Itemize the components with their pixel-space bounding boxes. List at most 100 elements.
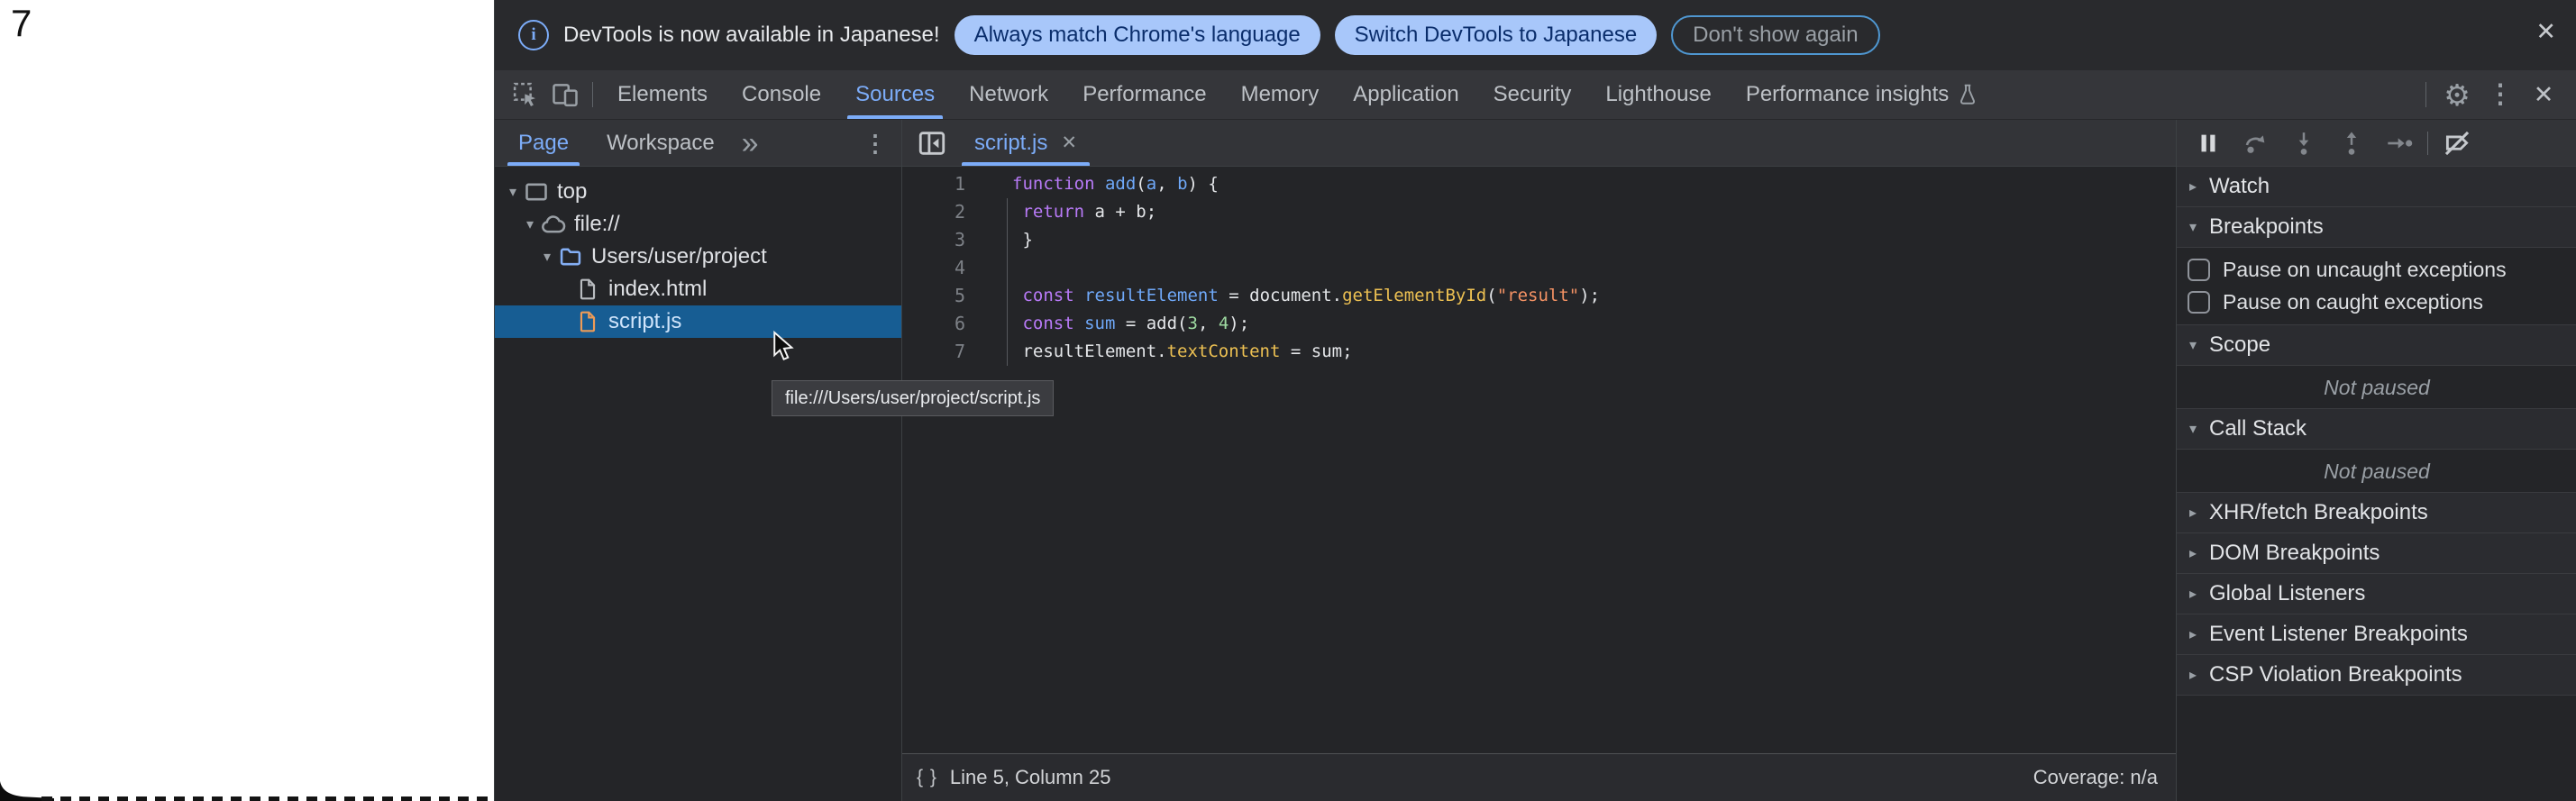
tab-lighthouse[interactable]: Lighthouse <box>1588 70 1728 119</box>
navigator-kebab-icon[interactable]: ⋮ <box>863 132 887 155</box>
line-number[interactable]: 6 <box>902 310 965 338</box>
tree-item-file[interactable]: ▾ file:// <box>495 208 901 241</box>
tree-item-index-html[interactable]: index.html <box>495 273 901 305</box>
editor-tab-script-js[interactable]: script.js ✕ <box>960 120 1092 166</box>
section-scope[interactable]: ▾Scope <box>2177 324 2576 366</box>
dont-show-again-button[interactable]: Don't show again <box>1671 15 1879 55</box>
code-line: } <box>1012 226 1600 254</box>
inspect-element-button[interactable] <box>506 73 545 116</box>
cloud-icon <box>539 211 568 238</box>
line-number[interactable]: 3 <box>902 226 965 254</box>
mouse-cursor <box>767 330 799 367</box>
step-out-button[interactable] <box>2327 122 2375 165</box>
tab-memory[interactable]: Memory <box>1224 70 1337 119</box>
hide-navigator-button[interactable] <box>917 128 947 159</box>
checkbox-label: Pause on uncaught exceptions <box>2223 258 2507 282</box>
checkbox-pause-on-uncaught-exceptions[interactable]: Pause on uncaught exceptions <box>2177 253 2576 286</box>
deactivate-breakpoints-button[interactable] <box>2433 122 2480 165</box>
editor-status-bar: { } Line 5, Column 25 Coverage: n/a <box>902 753 2176 801</box>
section-label: CSP Violation Breakpoints <box>2209 662 2462 687</box>
chevron-down-icon[interactable]: ▾ <box>504 183 522 201</box>
pretty-print-icon[interactable]: { } <box>917 767 937 788</box>
file-path-tooltip: file:///Users/user/project/script.js <box>772 380 1054 416</box>
file-tree: ▾ top ▾ file:// ▾ Users/user/project index.htm… <box>495 167 901 338</box>
tree-item-label: script.js <box>608 309 681 334</box>
infobar-close-icon[interactable]: ✕ <box>2535 20 2556 44</box>
line-number[interactable]: 5 <box>902 282 965 310</box>
checkbox-icon[interactable] <box>2188 259 2210 281</box>
step-into-button[interactable] <box>2279 122 2327 165</box>
section-csp-violation-breakpoints[interactable]: ▸CSP Violation Breakpoints <box>2177 654 2576 696</box>
tree-item-label: Users/user/project <box>591 244 767 269</box>
always-match-chrome-language-button[interactable]: Always match Chrome's language <box>955 15 1320 55</box>
tree-item-label: file:// <box>574 212 620 237</box>
tab-sources[interactable]: Sources <box>838 70 952 119</box>
checkbox-icon[interactable] <box>2188 291 2210 314</box>
chevron-right-icon: ▸ <box>2177 585 2209 603</box>
line-number[interactable]: 2 <box>902 198 965 226</box>
more-options-kebab-icon[interactable]: ⋮ <box>2480 73 2520 116</box>
section-watch[interactable]: ▸Watch <box>2177 166 2576 207</box>
tab-console[interactable]: Console <box>725 70 838 119</box>
switch-devtools-to-japanese-button[interactable]: Switch DevTools to Japanese <box>1335 15 1658 55</box>
more-tabs-icon[interactable]: » <box>742 128 759 159</box>
chevron-down-icon[interactable]: ▾ <box>521 215 539 233</box>
section-dom-breakpoints[interactable]: ▸DOM Breakpoints <box>2177 532 2576 574</box>
toggle-device-toolbar-button[interactable] <box>545 73 585 116</box>
step-button[interactable] <box>2375 122 2423 165</box>
devtools-window: i DevTools is now available in Japanese!… <box>494 0 2576 801</box>
tree-item-users-user-project[interactable]: ▾ Users/user/project <box>495 241 901 273</box>
tabbar-right-controls: ⚙ ⋮ ✕ <box>2418 70 2576 119</box>
tree-item-script-js[interactable]: script.js <box>495 305 901 338</box>
tab-network[interactable]: Network <box>952 70 1065 119</box>
tab-application[interactable]: Application <box>1336 70 1475 119</box>
checkbox-pause-on-caught-exceptions[interactable]: Pause on caught exceptions <box>2177 286 2576 318</box>
code-editor[interactable]: 1234567 function add(a, b) { return a + … <box>902 167 2176 753</box>
section-call-stack[interactable]: ▾Call Stack <box>2177 408 2576 450</box>
tab-performance-insights[interactable]: Performance insights <box>1729 70 1996 119</box>
section-global-listeners[interactable]: ▸Global Listeners <box>2177 573 2576 614</box>
section-xhr-fetch-breakpoints[interactable]: ▸XHR/fetch Breakpoints <box>2177 492 2576 533</box>
line-number[interactable]: 1 <box>902 170 965 198</box>
line-number[interactable]: 7 <box>902 338 965 366</box>
section-event-listener-breakpoints[interactable]: ▸Event Listener Breakpoints <box>2177 614 2576 655</box>
tab-close-icon[interactable]: ✕ <box>1061 133 1077 152</box>
chevron-right-icon: ▸ <box>2177 666 2209 684</box>
navigator-tabs: PageWorkspace <box>495 120 729 166</box>
clipped-text-fragment <box>41 796 492 801</box>
tree-item-top[interactable]: ▾ top <box>495 176 901 208</box>
screen: 7 i DevTools is now available in Japanes… <box>0 0 2576 801</box>
not-paused-label: Not paused <box>2177 450 2576 493</box>
code-lines: function add(a, b) { return a + b; } con… <box>1012 170 1600 366</box>
tab-security[interactable]: Security <box>1476 70 1589 119</box>
section-label: Event Listener Breakpoints <box>2209 622 2468 647</box>
divider <box>2425 82 2426 107</box>
section-label: Breakpoints <box>2209 214 2324 240</box>
folder-icon <box>556 243 585 270</box>
tab-performance[interactable]: Performance <box>1065 70 1223 119</box>
sources-panel: PageWorkspace » ⋮ ▾ top ▾ file:// ▾ Users/use… <box>495 120 2576 801</box>
navigator-tab-page[interactable]: Page <box>504 120 583 166</box>
code-line: resultElement.textContent = sum; <box>1012 338 1600 366</box>
tab-elements[interactable]: Elements <box>600 70 725 119</box>
section-breakpoints[interactable]: ▾Breakpoints <box>2177 206 2576 248</box>
navigator-tab-workspace[interactable]: Workspace <box>592 120 729 166</box>
breakpoints-options: Pause on uncaught exceptions Pause on cau… <box>2177 248 2576 325</box>
page-content-number: 7 <box>11 2 32 45</box>
close-devtools-icon[interactable]: ✕ <box>2524 73 2563 116</box>
frame-icon <box>522 178 551 205</box>
chevron-down-icon[interactable]: ▾ <box>538 248 556 266</box>
infobar-message: DevTools is now available in Japanese! <box>563 23 940 48</box>
editor-tab-label: script.js <box>974 131 1047 156</box>
debugger-pane: ▸Watch▾BreakpointsPause on uncaught exce… <box>2176 120 2576 801</box>
tree-item-label: top <box>557 179 587 205</box>
coverage-label: Coverage: n/a <box>2033 766 2158 789</box>
step-over-button[interactable] <box>2232 122 2279 165</box>
section-label: Call Stack <box>2209 416 2307 441</box>
section-label: DOM Breakpoints <box>2209 541 2380 566</box>
line-number[interactable]: 4 <box>902 254 965 282</box>
settings-gear-icon[interactable]: ⚙ <box>2437 73 2477 116</box>
devtools-tabbar: ElementsConsoleSourcesNetworkPerformance… <box>495 70 2576 120</box>
editor-pane: script.js ✕ 1234567 function add(a, b) {… <box>902 120 2176 801</box>
pause-button[interactable] <box>2184 122 2232 165</box>
